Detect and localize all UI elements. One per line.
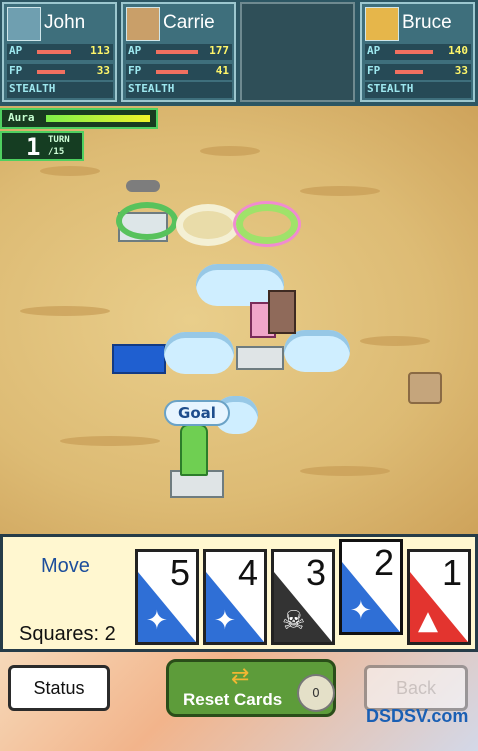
aura-label: Aura [8, 111, 35, 124]
blue-tile[interactable] [112, 344, 166, 374]
card-1[interactable]: 1 ▲ [407, 549, 471, 645]
sparkle-icon: ✦ [146, 606, 168, 636]
card-value: 1 [441, 552, 462, 593]
character-name: Bruce [402, 12, 452, 33]
cloud [284, 330, 350, 372]
fp-bar [37, 70, 65, 74]
character-name: Carrie [163, 12, 215, 33]
stealth-label: STEALTH [365, 82, 471, 98]
turn-current: 1 [26, 133, 41, 161]
ap-bar [156, 50, 198, 54]
squares-label: Squares: 2 [19, 623, 116, 645]
ap-value: 113 [90, 44, 110, 57]
card-4[interactable]: 4 ✦ [203, 549, 267, 645]
skull-icon: ☠ [282, 606, 306, 636]
rainbow-ring [236, 204, 298, 244]
mode-label: Move [41, 555, 90, 577]
watermark: DSDSV.com [366, 706, 469, 726]
sparkle-icon: ✦ [214, 606, 236, 636]
cactus-goal-icon [180, 424, 208, 476]
ap-stat: AP 177 [126, 44, 232, 60]
turn-label: TURN [48, 135, 70, 145]
plane-icon [126, 180, 160, 192]
rocket-icon: ▲ [418, 606, 438, 636]
reset-cards-label: Reset Cards [183, 690, 283, 709]
game-map[interactable]: Goal [0, 106, 478, 534]
party-card-carrie[interactable]: Carrie AP 177 FP 41 STEALTH [121, 2, 236, 102]
stealth-label: STEALTH [126, 82, 232, 98]
ap-value: 140 [448, 44, 468, 57]
card-panel: Move Squares: 2 5 ✦ 4 ✦ 3 ☠ 2 ✦ 1 ▲ [0, 534, 478, 652]
party-card-bruce[interactable]: Bruce AP 140 FP 33 STEALTH [360, 2, 475, 102]
character-name: John [44, 12, 86, 33]
card-value: 4 [237, 552, 258, 593]
card-5[interactable]: 5 ✦ [135, 549, 199, 645]
card-2-selected[interactable]: 2 ✦ [339, 539, 403, 635]
stealth-label: STEALTH [7, 82, 113, 98]
status-button[interactable]: Status [8, 665, 110, 711]
aura-gauge: Aura [0, 108, 158, 129]
ap-value: 177 [209, 44, 229, 57]
aura-fill [46, 115, 150, 122]
fp-stat: FP 33 [7, 64, 113, 80]
party-bar: John AP 113 FP 33 STEALTH Carrie AP 177 … [0, 0, 478, 106]
fp-value: 41 [215, 64, 229, 77]
avatar [7, 7, 41, 41]
swap-arrows-icon: ⇄ [231, 664, 250, 689]
fp-stat: FP 41 [126, 64, 232, 80]
back-button[interactable]: Back [364, 665, 468, 711]
ap-bar [37, 50, 71, 54]
fp-value: 33 [454, 64, 468, 77]
cloud [164, 332, 234, 374]
reset-cards-button[interactable]: ⇄ Reset Cards 0 [166, 659, 336, 717]
ap-stat: AP 113 [7, 44, 113, 60]
ap-stat: AP 140 [365, 44, 471, 60]
avatar [365, 7, 399, 41]
fp-bar [395, 70, 423, 74]
turn-total: /15 [48, 147, 65, 157]
path-tile[interactable] [236, 346, 284, 370]
avatar [126, 7, 160, 41]
fp-bar [156, 70, 188, 74]
card-value: 2 [373, 542, 394, 583]
rock-icon [408, 372, 442, 404]
bottom-bar: Status ⇄ Reset Cards 0 Back DSDSV.com [0, 652, 478, 751]
card-3[interactable]: 3 ☠ [271, 549, 335, 645]
fp-stat: FP 33 [365, 64, 471, 80]
party-card-john[interactable]: John AP 113 FP 33 STEALTH [2, 2, 117, 102]
card-value: 5 [169, 552, 190, 593]
reset-cost: 0 [297, 674, 335, 712]
green-ring [116, 202, 178, 240]
goal-label: Goal [164, 400, 230, 426]
turn-counter: 1 TURN/15 [0, 131, 84, 161]
ap-bar [395, 50, 433, 54]
white-ring [176, 204, 240, 246]
card-value: 3 [305, 552, 326, 593]
sparkle-icon: ✦ [350, 596, 372, 626]
party-card-empty [240, 2, 355, 102]
rival-character-icon [268, 290, 296, 334]
fp-value: 33 [96, 64, 110, 77]
